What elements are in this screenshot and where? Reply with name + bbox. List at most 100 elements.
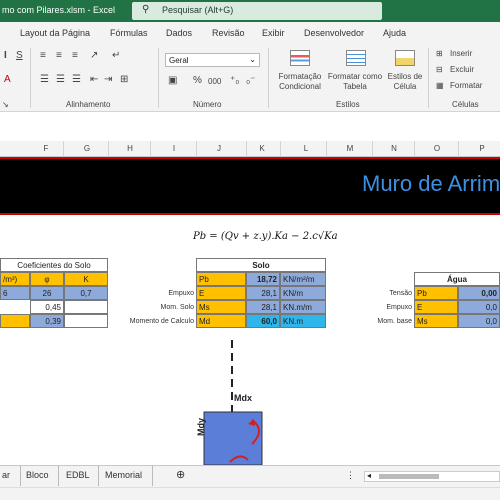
coef-header-unit[interactable]: /m³) [0,272,30,286]
insert-button[interactable]: Inserir [450,49,472,58]
solo-code[interactable]: Ms [196,300,246,314]
col-header[interactable]: I [164,144,184,153]
col-header[interactable]: O [427,144,447,153]
tab-formulas[interactable]: Fórmulas [110,28,148,38]
format-icon[interactable]: ▦ [436,81,444,90]
align-middle-icon[interactable]: ≡ [56,50,62,61]
coef-empty-cell[interactable] [64,314,108,328]
sheet-tab[interactable]: Bloco [26,470,49,480]
coef-header-k[interactable]: K [64,272,108,286]
merge-center-icon[interactable]: ⊞ [120,74,128,85]
solo-unit[interactable]: KN/m [280,286,326,300]
coef-title[interactable]: Coeficientes do Solo [0,258,108,272]
format-table-icon[interactable] [346,50,366,66]
solo-value[interactable]: 28,1 [246,286,280,300]
agua-value[interactable]: 0,0 [458,300,500,314]
scroll-left-icon[interactable]: ◂ [367,471,371,480]
font-color-icon[interactable]: A [4,74,11,85]
solo-code[interactable]: E [196,286,246,300]
coef-value-ka[interactable]: 0,45 [30,300,64,314]
decrease-decimal-icon[interactable]: ₀⁻ [246,75,255,86]
scroll-thumb[interactable] [379,474,439,479]
coef-empty-cell[interactable] [64,300,108,314]
insert-icon[interactable]: ⊞ [436,49,443,58]
number-format-select[interactable]: Geral ⌄ [165,53,260,67]
coef-value-k[interactable]: 0,7 [64,286,108,300]
orientation-icon[interactable]: ↗ [90,50,98,61]
align-right-icon[interactable]: ☰ [72,74,81,85]
search-icon: ⚲ [142,4,150,15]
agua-label: Mom. base [377,318,412,325]
pillar-diagram: Mdx Mdy [190,340,280,466]
conditional-format-icon[interactable] [290,50,310,66]
col-header[interactable]: F [36,144,56,153]
indent-icon[interactable]: ⇤ [90,74,98,85]
agua-label: Empuxo [386,304,412,311]
delete-icon[interactable]: ⊟ [436,65,443,74]
ribbon: I S A ↘ ≡ ≡ ≡ ↗ ↵ ☰ ☰ ☰ ⇤ ⇥ ⊞ Alinhament… [0,44,500,112]
tab-help[interactable]: Ajuda [383,28,406,38]
tab-layout[interactable]: Layout da Página [20,28,90,38]
cell-styles-icon[interactable] [395,50,415,66]
col-header[interactable]: M [340,144,360,153]
solo-label: Mom. Solo [160,304,194,311]
italic-icon[interactable]: I [4,50,7,61]
coef-yellow-cell[interactable] [0,314,30,328]
align-left-icon[interactable]: ☰ [40,74,49,85]
col-header[interactable]: L [296,144,316,153]
solo-unit[interactable]: KN.m/m [280,300,326,314]
solo-value[interactable]: 60,0 [246,314,280,328]
solo-code[interactable]: Md [196,314,246,328]
format-button[interactable]: Formatar [450,81,482,90]
align-center-icon[interactable]: ☰ [56,74,65,85]
solo-title[interactable]: Solo [196,258,326,272]
align-bottom-icon[interactable]: ≡ [72,50,78,61]
tab-review[interactable]: Revisão [212,28,245,38]
thousands-icon[interactable]: 000 [208,77,221,86]
solo-value[interactable]: 28,1 [246,300,280,314]
agua-title[interactable]: Água [414,272,500,286]
agua-code[interactable]: Ms [414,314,458,328]
col-header[interactable]: H [120,144,140,153]
more-options-icon[interactable]: ⋮ [346,470,355,481]
tab-view[interactable]: Exibir [262,28,285,38]
format-table-button[interactable]: Formatar como Tabela [326,72,384,92]
search-placeholder: Pesquisar (Alt+G) [162,5,234,15]
col-header[interactable]: N [384,144,404,153]
solo-unit[interactable]: KN.m [280,314,326,328]
coef-value-kp[interactable]: 0,39 [30,314,64,328]
tab-developer[interactable]: Desenvolvedor [304,28,364,38]
col-header[interactable]: G [77,144,97,153]
col-header[interactable]: P [472,144,492,153]
col-header[interactable]: K [252,144,272,153]
currency-icon[interactable]: ▣ [168,75,177,86]
increase-decimal-icon[interactable]: ⁺₀ [230,75,239,86]
percent-icon[interactable]: % [193,75,202,86]
solo-unit[interactable]: KN/m²/m [280,272,326,286]
agua-value[interactable]: 0,00 [458,286,500,300]
agua-code[interactable]: Pb [414,286,458,300]
wrap-text-icon[interactable]: ↵ [112,50,120,61]
solo-value[interactable]: 18,72 [246,272,280,286]
coef-value-gamma[interactable]: 6 [0,286,30,300]
solo-code[interactable]: Pb [196,272,246,286]
agua-code[interactable]: E [414,300,458,314]
font-group-launcher[interactable]: ↘ [2,100,9,109]
horizontal-scrollbar[interactable]: ◂ [364,471,500,482]
delete-button[interactable]: Excluir [450,65,474,74]
align-top-icon[interactable]: ≡ [40,50,46,61]
outdent-icon[interactable]: ⇥ [104,74,112,85]
coef-value-phi[interactable]: 26 [30,286,64,300]
tab-data[interactable]: Dados [166,28,192,38]
underline-icon[interactable]: S [16,50,23,61]
sheet-tab[interactable]: Memorial [105,470,142,480]
sheet-tab[interactable]: ar [2,470,10,480]
cell-styles-button[interactable]: Estilos de Célula [386,72,424,92]
conditional-format-button[interactable]: Formatação Condicional [276,72,324,92]
sheet-tab[interactable]: EDBL [66,470,90,480]
coef-header-phi[interactable]: φ [30,272,64,286]
col-header[interactable]: J [209,144,229,153]
agua-value[interactable]: 0,0 [458,314,500,328]
add-sheet-icon[interactable]: ⊕ [176,468,185,481]
search-box[interactable]: ⚲ Pesquisar (Alt+G) [132,2,382,20]
